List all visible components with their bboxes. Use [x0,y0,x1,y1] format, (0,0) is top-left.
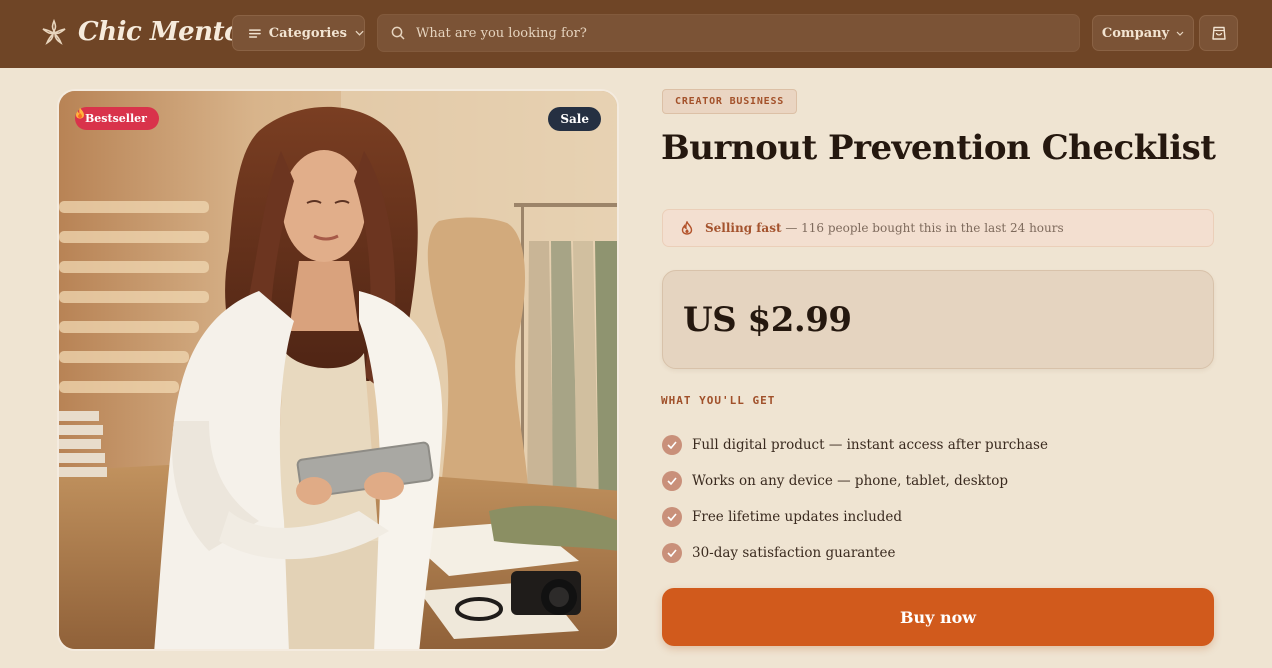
flame-icon [681,221,693,235]
category-chip[interactable]: CREATOR BUSINESS [662,89,798,114]
sale-badge: Sale [548,107,601,131]
search-input[interactable] [416,25,1036,41]
feature-text: Free lifetime updates included [692,509,903,525]
bestseller-badge: Bestseller [75,107,159,130]
feature-item: Works on any device — phone, tablet, des… [662,463,1048,499]
feature-item: Free lifetime updates included [662,499,1048,535]
category-label: CREATOR BUSINESS [675,96,785,107]
cart-button[interactable] [1199,15,1238,51]
company-label: Company [1101,25,1170,41]
product-image[interactable]: Bestseller Sale [57,89,619,651]
features-list: Full digital product — instant access af… [662,427,1048,571]
search-icon [391,26,405,40]
selling-fast-alert: Selling fast — 116 people bought this in… [662,209,1214,247]
company-menu-button[interactable]: Company [1092,15,1194,51]
alert-detail-text: — 116 people bought this in the last 24 … [781,221,1064,235]
search-bar [377,14,1080,52]
categories-button[interactable]: Categories [232,15,365,51]
features-heading: WHAT YOU'LL GET [661,394,776,407]
fire-icon [76,107,84,119]
site-header: Chic Mentor Categories Company [0,0,1272,68]
menu-icon [249,28,261,38]
product-photo [59,91,617,649]
check-icon [662,507,682,527]
buy-now-button[interactable]: Buy now [662,588,1214,646]
feature-text: Works on any device — phone, tablet, des… [692,473,1009,489]
brand-logo[interactable]: Chic Mentor [40,17,255,47]
check-icon [662,471,682,491]
feature-text: Full digital product — instant access af… [692,437,1048,453]
brand-name: Chic Mentor [78,17,255,47]
chevron-down-icon [355,30,364,36]
check-icon [662,435,682,455]
feature-item: 30-day satisfaction guarantee [662,535,1048,571]
star-flower-logo-icon [42,18,66,45]
alert-strong-text: Selling fast [705,221,782,235]
feature-text: 30-day satisfaction guarantee [692,545,896,561]
sale-label: Sale [560,112,589,126]
product-price: US $2.99 [683,299,852,340]
bestseller-label: Bestseller [85,112,147,125]
chevron-down-icon [1176,31,1184,36]
shopping-bag-icon [1211,26,1226,40]
check-icon [662,543,682,563]
feature-item: Full digital product — instant access af… [662,427,1048,463]
price-box: US $2.99 [662,270,1214,369]
categories-label: Categories [268,25,347,41]
product-title: Burnout Prevention Checklist [661,128,1216,168]
